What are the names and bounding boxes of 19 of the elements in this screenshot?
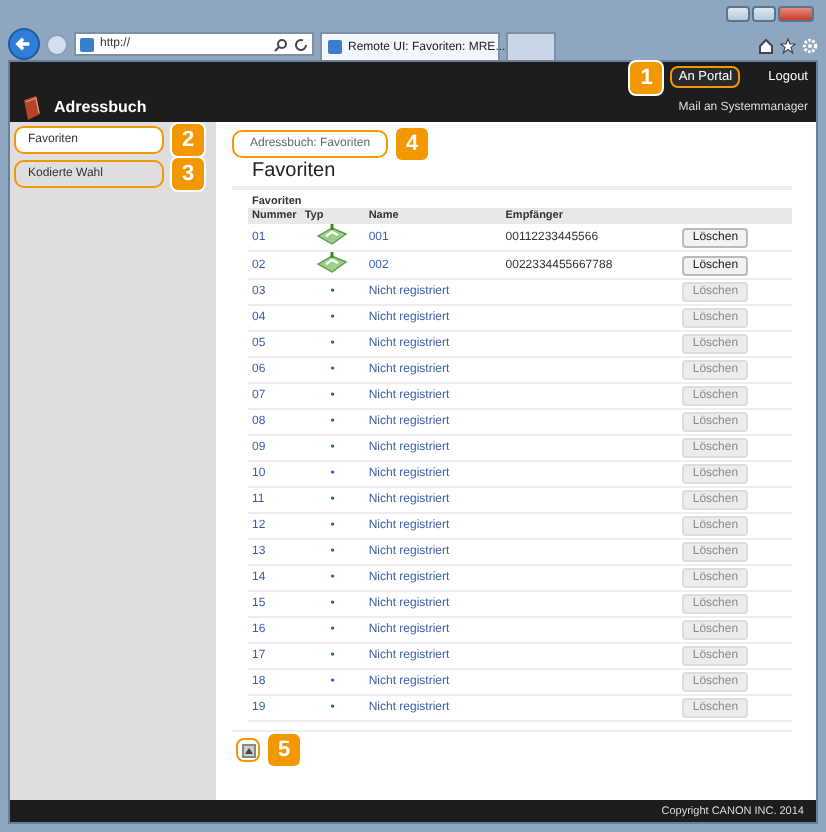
callout-badge: 3 bbox=[172, 158, 204, 190]
callout-badge: 4 bbox=[396, 128, 429, 160]
callout-badge: 2 bbox=[172, 124, 204, 156]
up-arrow-icon bbox=[241, 743, 255, 757]
address-card-icon bbox=[316, 224, 349, 246]
minimize-button[interactable] bbox=[726, 5, 750, 21]
callout-badge: 1 bbox=[630, 61, 663, 93]
section-title: Adressbuch bbox=[54, 98, 147, 116]
address-card-icon bbox=[316, 252, 349, 274]
maximize-button[interactable] bbox=[752, 5, 776, 21]
back-icon[interactable] bbox=[8, 28, 40, 60]
search-icon[interactable] bbox=[274, 37, 288, 51]
scroll-top-button[interactable] bbox=[236, 738, 260, 762]
callout-badge: 5 bbox=[268, 734, 300, 766]
refresh-icon[interactable] bbox=[294, 37, 308, 51]
book-icon bbox=[22, 95, 42, 119]
star-icon[interactable] bbox=[780, 38, 796, 54]
home-icon[interactable] bbox=[758, 38, 774, 54]
page-heading: Favoriten bbox=[232, 158, 792, 190]
